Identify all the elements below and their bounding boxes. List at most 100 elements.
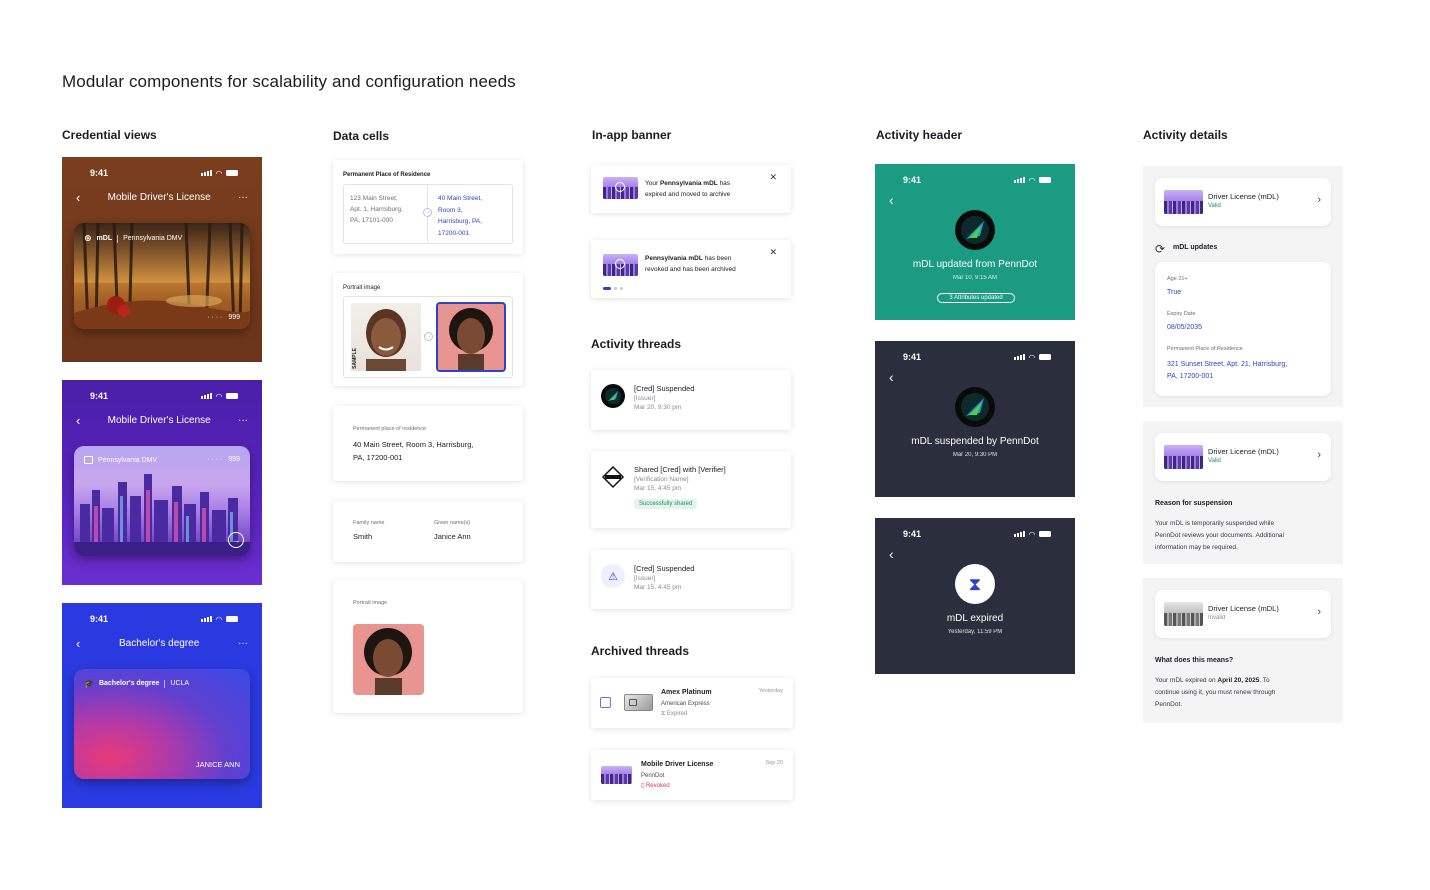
signal-icon <box>200 616 212 622</box>
data-cell-portrait: Portrait image <box>333 580 523 713</box>
credential-view-degree[interactable]: 9:41 ◠ ‹ Bachelor's degree ··· 🎓 Bachelor… <box>62 603 262 808</box>
field-label: Permanent Place of Residence <box>1167 346 1243 352</box>
back-icon[interactable]: ‹ <box>76 413 80 428</box>
card-number: 999 <box>228 314 240 321</box>
status-badge: Successfully shared <box>634 499 698 509</box>
question-title: What does this means? <box>1155 657 1234 664</box>
credential-status: Valid <box>1208 458 1221 464</box>
share-arrow-icon[interactable]: → <box>228 532 244 548</box>
cell-label: Portrait image <box>353 600 388 606</box>
thread-text: [Cred] Suspended [Issuer] Mar 20, 9:30 p… <box>634 384 695 411</box>
updates-list: Age 21+ True Expiry Date 08/05/2035 Perm… <box>1155 262 1331 396</box>
credential-status: Invalid <box>1208 615 1226 621</box>
status-time: 9:41 <box>903 175 922 185</box>
portrait-face <box>364 628 412 695</box>
thread-text: Shared [Cred] with [Verifier] [Verificat… <box>634 465 726 509</box>
header-title: mDL updated from PennDot <box>912 259 1038 270</box>
cell-label: Permanent Place of Residence <box>343 172 431 178</box>
activity-thread-item[interactable]: Shared [Cred] with [Verifier] [Verificat… <box>591 451 791 528</box>
battery-icon <box>226 393 238 399</box>
credential-view-mdl-brown[interactable]: 9:41 ◠ ‹ Mobile Driver's License ··· ⊕ mD… <box>62 157 262 362</box>
credential-row[interactable]: Driver License (mDL) Valid › <box>1155 433 1331 481</box>
credential-row[interactable]: Driver License (mDL) Valid › <box>1155 178 1331 226</box>
card-number-dots: · · · · <box>207 314 223 321</box>
hourglass-icon: ⧗ <box>955 564 995 604</box>
card-issuer: Pennsylvania DMV <box>123 235 183 242</box>
back-icon[interactable]: ‹ <box>889 369 894 385</box>
back-icon[interactable]: ‹ <box>76 190 80 205</box>
field-value: True <box>1167 289 1182 296</box>
credential-view-mdl-purple[interactable]: 9:41 ◠ ‹ Mobile Driver's License ··· Pen… <box>62 380 262 585</box>
new-portrait-image <box>436 302 506 372</box>
card-number-dots: · · · · <box>207 456 223 463</box>
old-value: 123 Main Street, Apt. 1, Harrisburg, PA, 1… <box>344 185 428 243</box>
degree-card[interactable]: 🎓 Bachelor's degree UCLA JANICE ANN <box>74 669 250 779</box>
activity-thread-item[interactable]: ⚠ [Cred] Suspended [Issuer] Mar 15, 4:45… <box>591 550 791 609</box>
card-holder: JANICE ANN <box>195 760 240 769</box>
header-title: mDL expired <box>946 613 1004 624</box>
more-icon[interactable]: ··· <box>238 415 248 426</box>
mdl-card-thumbnail <box>603 177 638 199</box>
more-icon[interactable]: ··· <box>238 638 248 649</box>
signal-icon <box>1013 531 1025 537</box>
select-checkbox[interactable] <box>600 697 611 708</box>
heading-activity-threads: Activity threads <box>591 337 682 351</box>
in-app-banner-expired[interactable]: Your Pennsylvania mDL has expired and mo… <box>591 165 791 213</box>
verifier-logo-icon <box>601 465 625 489</box>
header-date: Yesterday, 11:59 PM <box>947 629 1003 635</box>
penndot-logo-icon <box>955 210 995 250</box>
given-name-label: Given name(s) <box>434 520 471 526</box>
updates-title: mDL updates <box>1173 244 1218 251</box>
thread-text: Mobile Driver License PennDot ▯ Revoked <box>641 761 714 789</box>
chevron-right-icon[interactable]: › <box>1317 449 1321 461</box>
wifi-icon: ◠ <box>215 614 222 624</box>
mdl-card[interactable]: Pennsylvania DMV · · · · 999 → <box>74 446 250 556</box>
family-name-label: Family name <box>353 520 385 526</box>
graduation-cap-icon: 🎓 <box>84 679 94 688</box>
battery-icon <box>1039 354 1051 360</box>
header-date: Mar 10, 9:15 AM <box>952 275 998 281</box>
arrow-right-icon: → <box>423 208 432 217</box>
pagination-dots[interactable] <box>603 287 623 290</box>
close-icon[interactable]: ✕ <box>769 247 777 258</box>
in-app-banner-revoked[interactable]: Pennsylvania mDL has been revoked and ha… <box>591 240 791 298</box>
battery-icon <box>226 616 238 622</box>
activity-details-suspended: Driver License (mDL) Valid › Reason for … <box>1143 421 1343 564</box>
field-value: 08/05/2035 <box>1167 324 1203 331</box>
heading-in-app-banner: In-app banner <box>592 128 672 142</box>
status-time: 9:41 <box>903 352 922 362</box>
signal-icon <box>1013 354 1025 360</box>
back-icon[interactable]: ‹ <box>889 192 894 208</box>
data-cell-names: Family name Smith Given name(s) Janice A… <box>333 501 523 562</box>
chevron-right-icon[interactable]: › <box>1317 194 1321 206</box>
archived-thread-item[interactable]: Amex Platinum American Express ⧖ Expired… <box>591 678 793 728</box>
data-cell-residence: Permanent place of residence 40 Main Str… <box>333 406 523 481</box>
wifi-icon: ◠ <box>215 391 222 401</box>
status-time: 9:41 <box>903 529 922 539</box>
screen-title: Mobile Driver's License <box>107 414 211 426</box>
family-name-value: Smith <box>353 532 373 541</box>
back-icon[interactable]: ‹ <box>76 636 80 651</box>
status-time: 9:41 <box>90 614 109 624</box>
mdl-card[interactable]: ⊕ mDL Pennsylvania DMV · · · · 999 <box>74 223 250 329</box>
heading-activity-header: Activity header <box>876 128 963 142</box>
close-icon[interactable]: ✕ <box>769 172 777 183</box>
credential-row[interactable]: Driver License (mDL) Invalid › <box>1155 590 1331 638</box>
attributes-updated-badge: 3 Attributes updated <box>937 293 1015 303</box>
back-icon[interactable]: ‹ <box>889 546 894 562</box>
thread-text: [Cred] Suspended [Issuer] Mar 15, 4:45 p… <box>634 564 695 591</box>
chevron-right-icon[interactable]: › <box>1317 606 1321 618</box>
id-card-icon <box>84 456 93 464</box>
refresh-icon: ⟳ <box>1155 242 1166 256</box>
thread-date: Sep 20 <box>765 760 783 766</box>
credential-title: Driver License (mDL) <box>1208 604 1279 613</box>
cell-value: 40 Main Street, Room 3, Harrisburg, <box>353 440 474 449</box>
wifi-icon: ◠ <box>1028 529 1035 539</box>
new-value: 40 Main Street, Room 3, Harrisburg, PA, 172… <box>438 195 483 237</box>
archived-thread-item[interactable]: Mobile Driver License PennDot ▯ Revoked … <box>591 750 793 800</box>
expired-text: Your mDL expired on April 20, 2025. To c… <box>1155 677 1276 708</box>
more-icon[interactable]: ··· <box>238 192 248 203</box>
penndot-logo-icon <box>601 384 625 408</box>
activity-thread-item[interactable]: [Cred] Suspended [Issuer] Mar 20, 9:30 p… <box>591 370 791 430</box>
data-cell-residence-change: Permanent Place of Residence 123 Main St… <box>333 160 523 254</box>
